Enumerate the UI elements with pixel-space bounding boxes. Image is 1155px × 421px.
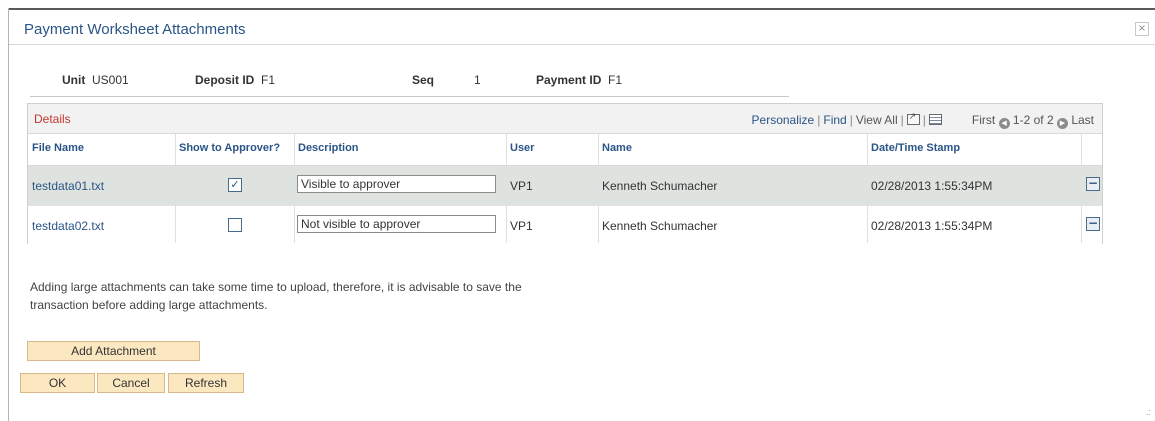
row-range: 1-2 of 2 — [1012, 113, 1054, 127]
timestamp-cell: 02/28/2013 1:55:34PM — [871, 179, 993, 193]
last-link[interactable]: Last — [1071, 113, 1094, 127]
personalize-link[interactable]: Personalize — [752, 113, 815, 127]
show-to-approver-checkbox[interactable] — [228, 218, 242, 232]
find-link[interactable]: Find — [823, 113, 846, 127]
grid-nav-links: Personalize|Find|View All|| First ◀ 1-2 … — [752, 111, 1094, 129]
col-header-show-to-approver[interactable]: Show to Approver? — [179, 142, 280, 154]
grid-navigation-bar: Details Personalize|Find|View All|| Firs… — [28, 104, 1102, 134]
description-input[interactable] — [297, 215, 496, 233]
details-grid: Details Personalize|Find|View All|| Firs… — [27, 103, 1103, 245]
file-name-link[interactable]: testdata01.txt — [32, 179, 104, 193]
close-icon[interactable]: × — [1135, 22, 1149, 36]
column-divider — [1081, 134, 1082, 243]
column-divider — [506, 134, 507, 243]
table-row: testdata01.txt ✓ VP1 Kenneth Schumacher … — [28, 166, 1102, 206]
payment-id-value: F1 — [608, 73, 623, 87]
payment-id-field: Payment ID F1 — [536, 73, 622, 87]
unit-value: US001 — [92, 73, 129, 87]
table-row: testdata02.txt VP1 Kenneth Schumacher 02… — [28, 206, 1102, 245]
deposit-id-label: Deposit ID — [195, 73, 255, 87]
first-link[interactable]: First — [972, 113, 995, 127]
col-header-file-name[interactable]: File Name — [32, 142, 84, 154]
description-input[interactable] — [297, 175, 496, 193]
payment-id-label: Payment ID — [536, 73, 602, 87]
grid-title: Details — [34, 112, 71, 126]
file-name-link[interactable]: testdata02.txt — [32, 219, 104, 233]
seq-value: 1 — [474, 73, 481, 87]
column-divider — [867, 134, 868, 243]
view-all-link[interactable]: View All — [856, 113, 898, 127]
seq-field: Seq — [412, 73, 434, 87]
name-cell: Kenneth Schumacher — [602, 219, 718, 233]
notice-line: Adding large attachments can take some t… — [30, 280, 522, 294]
timestamp-cell: 02/28/2013 1:55:34PM — [871, 219, 993, 233]
previous-icon[interactable]: ◀ — [998, 118, 1010, 129]
grid-column-headers: File Name Show to Approver? Description … — [28, 134, 1102, 166]
add-attachment-button[interactable]: Add Attachment — [27, 341, 200, 361]
show-to-approver-checkbox[interactable]: ✓ — [228, 178, 242, 192]
ok-button[interactable]: OK — [20, 373, 95, 393]
resize-handle-icon[interactable]: .: — [1146, 407, 1151, 417]
user-cell: VP1 — [510, 179, 533, 193]
unit-label: Unit — [62, 73, 86, 87]
col-header-timestamp[interactable]: Date/Time Stamp — [871, 142, 960, 154]
page-title: Payment Worksheet Attachments — [24, 21, 246, 38]
notice-line: transaction before adding large attachme… — [30, 298, 268, 312]
refresh-button[interactable]: Refresh — [168, 373, 244, 393]
column-divider — [175, 134, 176, 243]
download-icon[interactable] — [928, 114, 942, 125]
modal-title-bar: Payment Worksheet Attachments × — [9, 10, 1155, 45]
seq-label: Seq — [412, 73, 435, 87]
deposit-id-field: Deposit ID F1 — [195, 73, 275, 87]
user-cell: VP1 — [510, 219, 533, 233]
zoom-icon[interactable] — [906, 111, 920, 125]
column-divider — [294, 134, 295, 243]
window-left-border — [8, 8, 9, 421]
upload-notice: Adding large attachments can take some t… — [30, 278, 570, 314]
delete-row-icon[interactable]: − — [1086, 217, 1100, 231]
column-divider — [598, 134, 599, 243]
delete-row-icon[interactable]: − — [1086, 177, 1100, 191]
name-cell: Kenneth Schumacher — [602, 179, 718, 193]
col-header-description[interactable]: Description — [298, 142, 359, 154]
cancel-button[interactable]: Cancel — [97, 373, 165, 393]
header-divider — [30, 96, 789, 97]
next-icon[interactable]: ▶ — [1056, 118, 1068, 129]
col-header-user[interactable]: User — [510, 142, 534, 154]
col-header-name[interactable]: Name — [602, 142, 632, 154]
deposit-id-value: F1 — [261, 73, 276, 87]
unit-field: Unit US001 — [62, 73, 129, 87]
